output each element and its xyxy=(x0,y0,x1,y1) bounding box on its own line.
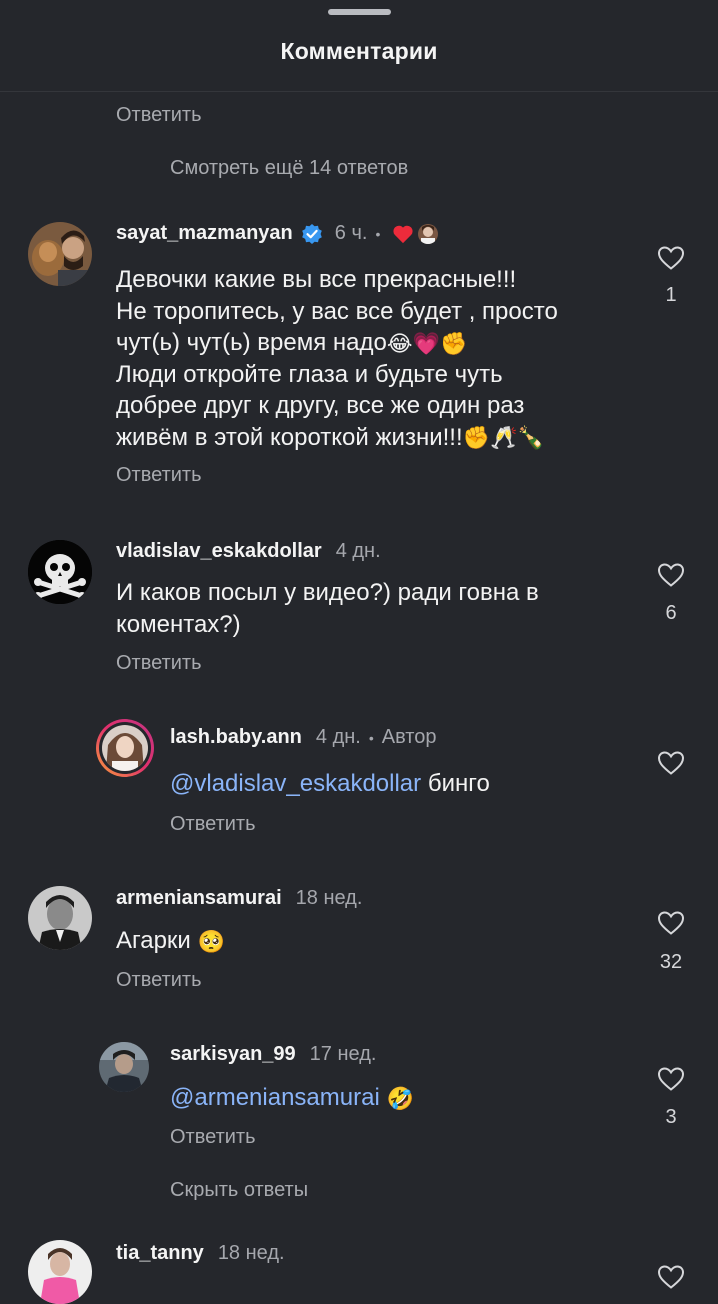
comment-meta: sarkisyan_99 17 нед. xyxy=(170,1043,376,1066)
username[interactable]: sarkisyan_99 xyxy=(170,1043,296,1066)
username[interactable]: vladislav_eskakdollar xyxy=(116,540,322,563)
comment-meta: vladislav_eskakdollar 4 дн. xyxy=(116,540,381,563)
comment-time: 4 дн. xyxy=(335,540,381,562)
username[interactable]: armeniansamurai xyxy=(116,887,282,910)
avatar-story-ring[interactable] xyxy=(96,719,154,777)
comment-meta: tia_tanny 18 нед. xyxy=(116,1242,285,1265)
mention-link[interactable]: @armeniansamurai xyxy=(170,1084,380,1111)
comment-text: @armeniansamurai 🤣 xyxy=(170,1082,690,1114)
comment-text: Агарки 🥺 xyxy=(116,927,225,954)
comment-time: 6 ч. xyxy=(334,222,368,244)
separator-dot: • xyxy=(368,729,374,746)
avatar[interactable] xyxy=(28,886,92,950)
reply-button[interactable]: Ответить xyxy=(170,813,256,836)
emoji: 😂💗✊ xyxy=(386,330,468,356)
creator-avatar-mini xyxy=(418,223,439,244)
heart-outline-icon[interactable] xyxy=(657,562,685,588)
avatar[interactable] xyxy=(28,540,92,604)
reply-button[interactable]: Ответить xyxy=(170,1126,256,1149)
like-count: 6 xyxy=(665,602,677,624)
username[interactable]: sayat_mazmanyan xyxy=(116,222,293,245)
emoji: ✊🥂🍾 xyxy=(462,425,545,451)
avatar[interactable] xyxy=(28,1240,92,1304)
comment-text: Девочки какие вы все прекрасные!!! Не то… xyxy=(116,266,558,451)
comment-time: 18 нед. xyxy=(217,1242,285,1264)
red-heart-icon xyxy=(392,224,414,244)
heart-outline-icon[interactable] xyxy=(657,750,685,776)
header-divider xyxy=(0,91,718,92)
comment-text: И каков посыл у видео?) ради говна в ком… xyxy=(116,579,539,638)
hide-replies-button[interactable]: Скрыть ответы xyxy=(170,1179,308,1202)
comment-time: 17 нед. xyxy=(309,1043,377,1065)
comment-time: 18 нед. xyxy=(295,887,363,909)
comment-time: 4 дн. xyxy=(315,726,361,748)
author-label: Автор xyxy=(381,726,437,748)
mention-link[interactable]: @vladislav_eskakdollar xyxy=(170,770,421,797)
reply-button[interactable]: Ответить xyxy=(116,969,202,992)
view-more-replies-button[interactable]: Смотреть ещё 14 ответов xyxy=(170,157,408,180)
separator-dot: • xyxy=(375,225,381,242)
like-count: 3 xyxy=(665,1106,677,1128)
username[interactable]: lash.baby.ann xyxy=(170,726,302,749)
heart-outline-icon[interactable] xyxy=(657,1264,685,1290)
emoji: 🥺 xyxy=(197,928,225,954)
heart-outline-icon[interactable] xyxy=(657,1066,685,1092)
username[interactable]: tia_tanny xyxy=(116,1242,204,1265)
verified-badge-icon xyxy=(301,223,323,245)
heart-outline-icon[interactable] xyxy=(657,910,685,936)
comment-meta: sayat_mazmanyan 6 ч. • xyxy=(116,222,439,245)
reply-button[interactable]: Ответить xyxy=(116,104,202,127)
comment-text: @vladislav_eskakdollar бинго xyxy=(170,770,490,797)
avatar[interactable] xyxy=(99,1042,149,1092)
comment-meta: armeniansamurai 18 нед. xyxy=(116,887,362,910)
comment-meta: lash.baby.ann 4 дн. • Автор xyxy=(170,726,436,749)
avatar[interactable] xyxy=(28,222,92,286)
like-count: 32 xyxy=(659,951,683,973)
heart-outline-icon[interactable] xyxy=(657,245,685,271)
emoji: 🤣 xyxy=(386,1085,414,1111)
drag-handle[interactable] xyxy=(328,9,391,15)
reply-button[interactable]: Ответить xyxy=(116,464,202,487)
like-count: 1 xyxy=(665,284,677,306)
page-title: Комментарии xyxy=(280,38,438,64)
reply-button[interactable]: Ответить xyxy=(116,652,202,675)
